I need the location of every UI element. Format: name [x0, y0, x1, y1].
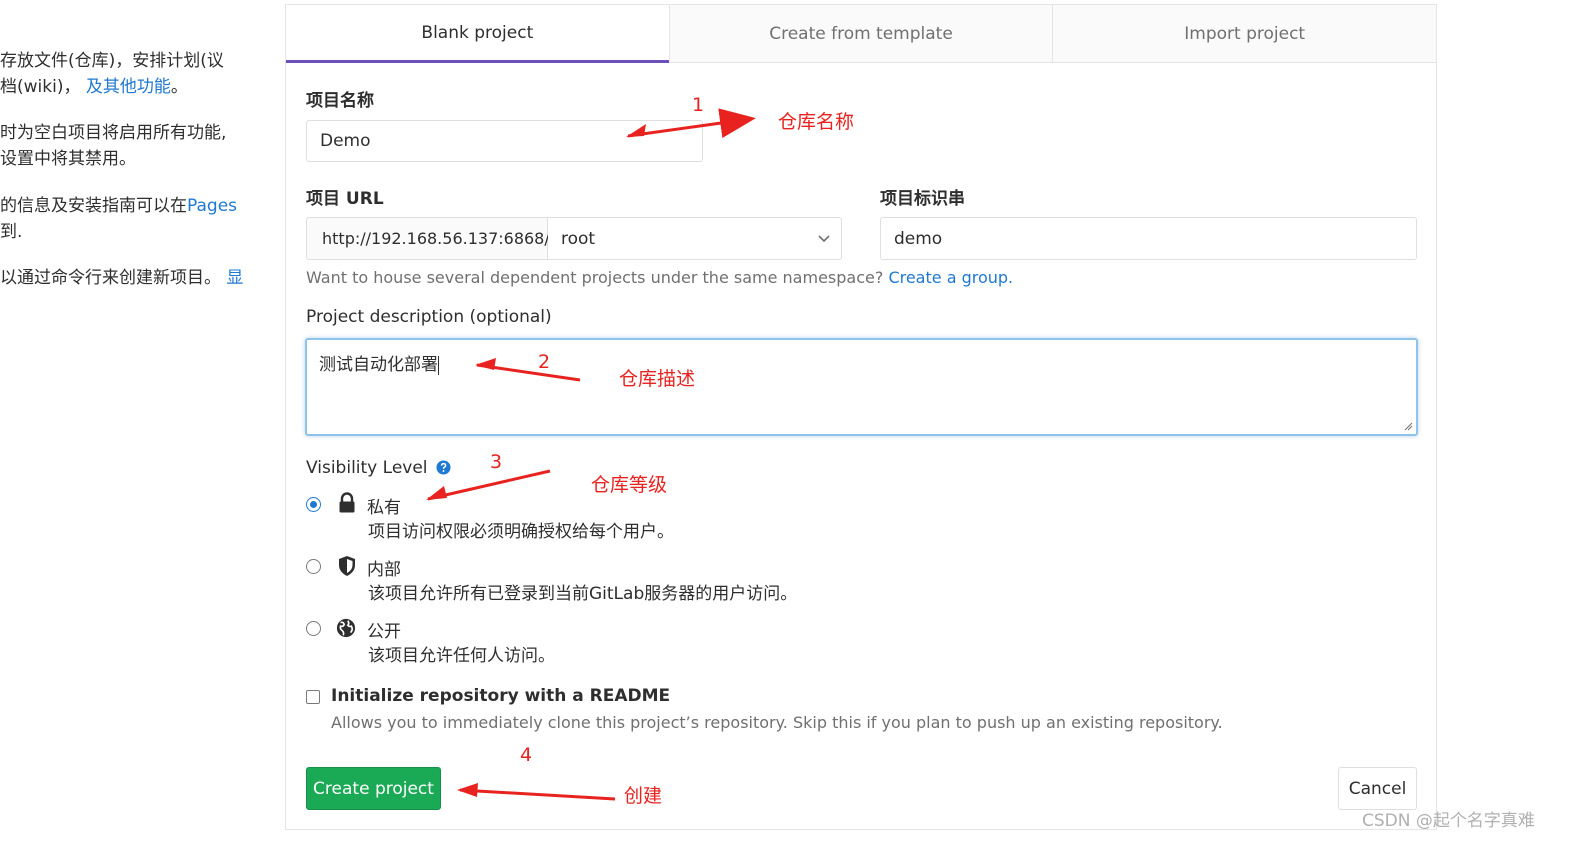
readme-checkbox[interactable] [306, 690, 320, 704]
intro-text-fragment: 的信息及安装指南可以在 [0, 196, 187, 216]
intro-text-fragment: 档(wiki)， [0, 77, 81, 97]
visibility-public-desc: 该项目允许任何人访问。 [368, 646, 555, 666]
description-label: Project description (optional) [306, 307, 552, 327]
namespace-value: root [561, 228, 596, 249]
intro-line: 设置中将其禁用。 [0, 149, 136, 169]
annotation-number: 4 [520, 744, 533, 766]
project-url-prefix: http://192.168.56.137:6868/ [306, 217, 550, 260]
annotation-label: 仓库描述 [619, 368, 696, 390]
annotation-label: 仓库等级 [591, 474, 668, 496]
pages-link[interactable]: Pages [187, 196, 237, 216]
lock-icon [339, 492, 355, 513]
watermark: CSDN @起个名字真难 [1362, 811, 1535, 831]
intro-text-fragment: 。 [170, 77, 188, 97]
visibility-private-title: 私有 [367, 498, 401, 518]
project-type-tabs: Blank project Create from template Impor… [286, 5, 1437, 63]
text-caret [438, 355, 439, 375]
visibility-private-desc: 项目访问权限必须明确授权给每个用户。 [368, 522, 674, 542]
visibility-internal-title: 内部 [367, 560, 401, 580]
intro-line: 档(wiki)， 及其他功能。 [0, 74, 188, 100]
visibility-internal-radio[interactable] [306, 559, 321, 574]
show-command-link[interactable]: 显 [226, 268, 243, 288]
tab-import-project[interactable]: Import project [1052, 5, 1437, 63]
visibility-private-radio[interactable] [306, 497, 321, 512]
intro-line: 到. [0, 222, 23, 242]
project-name-input[interactable]: Demo [306, 120, 703, 162]
create-group-link[interactable]: Create a group. [888, 268, 1013, 287]
project-name-value: Demo [320, 131, 371, 151]
annotation-number: 3 [490, 451, 503, 473]
visibility-public-radio[interactable] [306, 621, 321, 636]
intro-line: 以通过命令行来创建新项目。 显 [0, 265, 243, 291]
readme-help: Allows you to immediately clone this pro… [331, 713, 1223, 732]
description-textarea[interactable]: 测试自动化部署 [305, 338, 1418, 436]
cancel-button[interactable]: Cancel [1338, 767, 1417, 810]
chevron-down-icon [818, 235, 830, 243]
annotation-label: 仓库名称 [778, 111, 855, 133]
globe-icon [336, 618, 356, 638]
project-slug-label: 项目标识串 [880, 189, 965, 209]
intro-line: 的信息及安装指南可以在Pages [0, 193, 237, 219]
shield-icon [339, 556, 355, 576]
question-circle-icon[interactable] [436, 460, 451, 475]
readme-label[interactable]: Initialize repository with a README [331, 686, 670, 706]
annotation-number: 1 [692, 94, 705, 116]
visibility-internal-desc: 该项目允许所有已登录到当前GitLab服务器的用户访问。 [368, 584, 798, 604]
intro-line: 时为空白项目将启用所有功能, [0, 123, 227, 143]
project-slug-input[interactable]: demo [880, 217, 1417, 260]
namespace-select[interactable]: root [548, 217, 842, 260]
annotation-label: 创建 [624, 785, 663, 807]
intro-text-fragment: 以通过命令行来创建新项目。 [0, 268, 221, 288]
visibility-public-title: 公开 [367, 622, 401, 642]
project-name-label: 项目名称 [306, 91, 374, 111]
project-slug-value: demo [894, 228, 943, 249]
intro-line: 存放文件(仓库)，安排计划(议 [0, 51, 224, 71]
visibility-label: Visibility Level [306, 458, 451, 478]
annotation-number: 2 [538, 351, 551, 373]
project-url-label: 项目 URL [306, 189, 384, 209]
tab-blank-project[interactable]: Blank project [286, 5, 669, 63]
group-help-text: Want to house several dependent projects… [306, 268, 1013, 287]
group-help-sentence: Want to house several dependent projects… [306, 268, 884, 287]
description-value: 测试自动化部署 [319, 355, 438, 375]
tab-create-from-template[interactable]: Create from template [668, 5, 1053, 63]
resize-handle-icon[interactable] [1403, 421, 1413, 431]
visibility-label-text: Visibility Level [306, 458, 428, 478]
more-features-link[interactable]: 及其他功能 [86, 77, 171, 97]
create-project-button[interactable]: Create project [306, 767, 441, 810]
